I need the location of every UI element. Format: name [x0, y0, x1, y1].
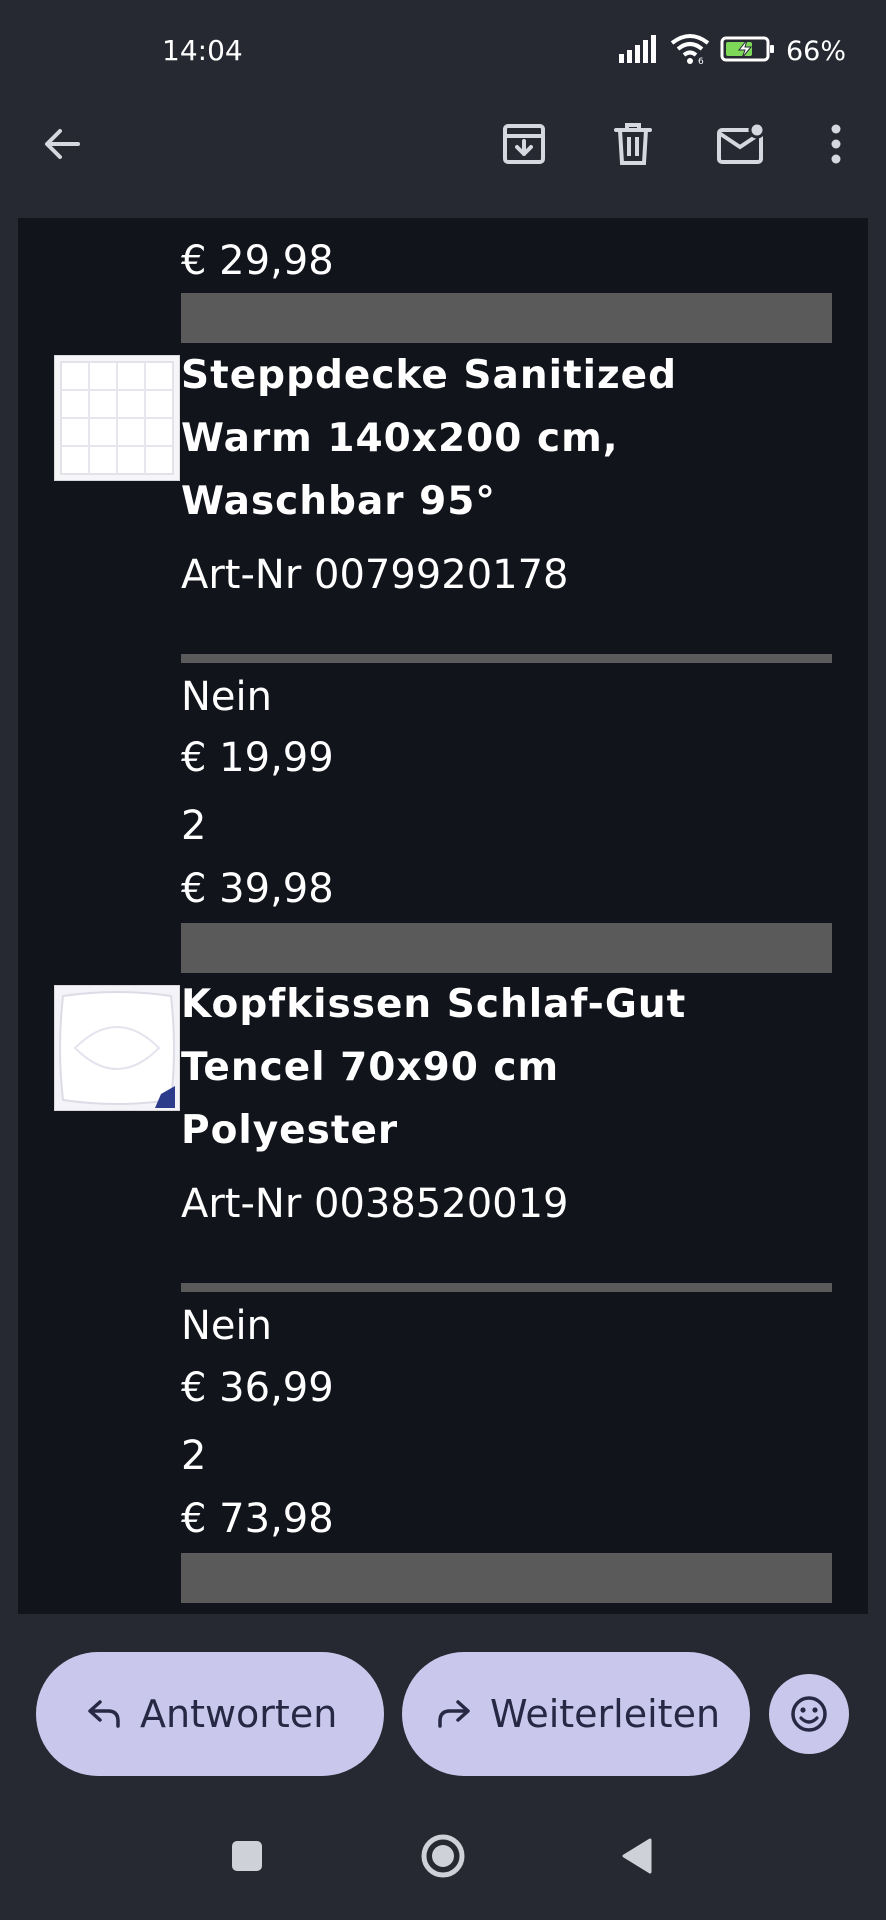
product-title-line: Kopfkissen Schlaf-Gut [181, 982, 687, 1027]
archive-icon [503, 124, 545, 164]
divider [181, 923, 832, 973]
product-image-pillow[interactable] [54, 985, 180, 1111]
arrow-left-icon [45, 129, 80, 159]
divider [181, 1283, 832, 1292]
emoji-reaction-button[interactable] [769, 1674, 849, 1754]
archive-button[interactable] [494, 114, 554, 174]
square-icon [232, 1841, 262, 1871]
recents-button[interactable] [217, 1826, 277, 1886]
item-total: € 73,98 [181, 1496, 334, 1542]
product-title-line: Waschbar 95° [181, 479, 496, 524]
item-total: € 39,98 [181, 866, 334, 912]
system-navigation-bar [0, 1794, 886, 1920]
status-time: 14:04 [162, 34, 243, 67]
divider [181, 654, 832, 663]
unit-price: € 19,99 [181, 735, 334, 781]
email-body: € 29,98 Steppdecke Sanitized Warm 140x20… [18, 218, 868, 1614]
unit-price: € 36,99 [181, 1365, 334, 1411]
product-title-duvet[interactable]: Steppdecke Sanitized Warm 140x200 cm, Wa… [181, 344, 721, 533]
product-title-line: Polyester [181, 1108, 399, 1153]
trash-icon [614, 123, 652, 165]
system-back-button[interactable] [607, 1826, 667, 1886]
product-title-line: Steppdecke Sanitized [181, 353, 678, 398]
circle-icon [421, 1834, 465, 1878]
battery-percentage: 66% [785, 35, 846, 67]
svg-text:6: 6 [698, 57, 704, 65]
divider [181, 1553, 832, 1603]
article-number: Art-Nr 0079920178 [181, 552, 569, 598]
item-option: Nein [181, 674, 272, 720]
product-image-duvet[interactable] [54, 355, 180, 481]
status-bar: 14:04 6 66% [0, 0, 886, 98]
article-number: Art-Nr 0038520019 [181, 1181, 569, 1227]
wifi-icon: 6 [670, 33, 710, 69]
product-title-line: Tencel 70x90 cm [181, 1045, 560, 1090]
reply-icon [88, 1700, 120, 1728]
previous-item-total: € 29,98 [181, 238, 334, 284]
signal-icon [618, 34, 660, 68]
quantity: 2 [181, 1433, 207, 1479]
bottom-action-bar: Antworten Weiterleiten [0, 1614, 886, 1794]
mark-unread-button[interactable] [711, 114, 771, 174]
product-title-pillow[interactable]: Kopfkissen Schlaf-Gut Tencel 70x90 cm Po… [181, 973, 721, 1162]
back-button[interactable] [32, 114, 92, 174]
more-options-button[interactable] [806, 114, 866, 174]
forward-label: Weiterleiten [490, 1692, 721, 1736]
more-vert-icon [831, 124, 841, 164]
email-screen: 14:04 6 66% € 29,98 Steppdecke Sanitized… [0, 0, 886, 1920]
reply-button[interactable]: Antworten [36, 1652, 384, 1776]
forward-button[interactable]: Weiterleiten [402, 1652, 750, 1776]
mail-unread-icon [717, 122, 766, 164]
emoji-icon [791, 1696, 827, 1732]
home-button[interactable] [413, 1826, 473, 1886]
forward-icon [438, 1700, 470, 1728]
app-bar [0, 98, 886, 218]
battery-charging-icon [720, 35, 776, 67]
product-title-line: Warm 140x200 cm, [181, 416, 619, 461]
item-option: Nein [181, 1303, 272, 1349]
status-icons: 6 66% [618, 32, 846, 70]
delete-button[interactable] [603, 114, 663, 174]
divider [181, 293, 832, 343]
reply-label: Antworten [140, 1692, 338, 1736]
triangle-back-icon [622, 1838, 652, 1874]
quantity: 2 [181, 803, 207, 849]
